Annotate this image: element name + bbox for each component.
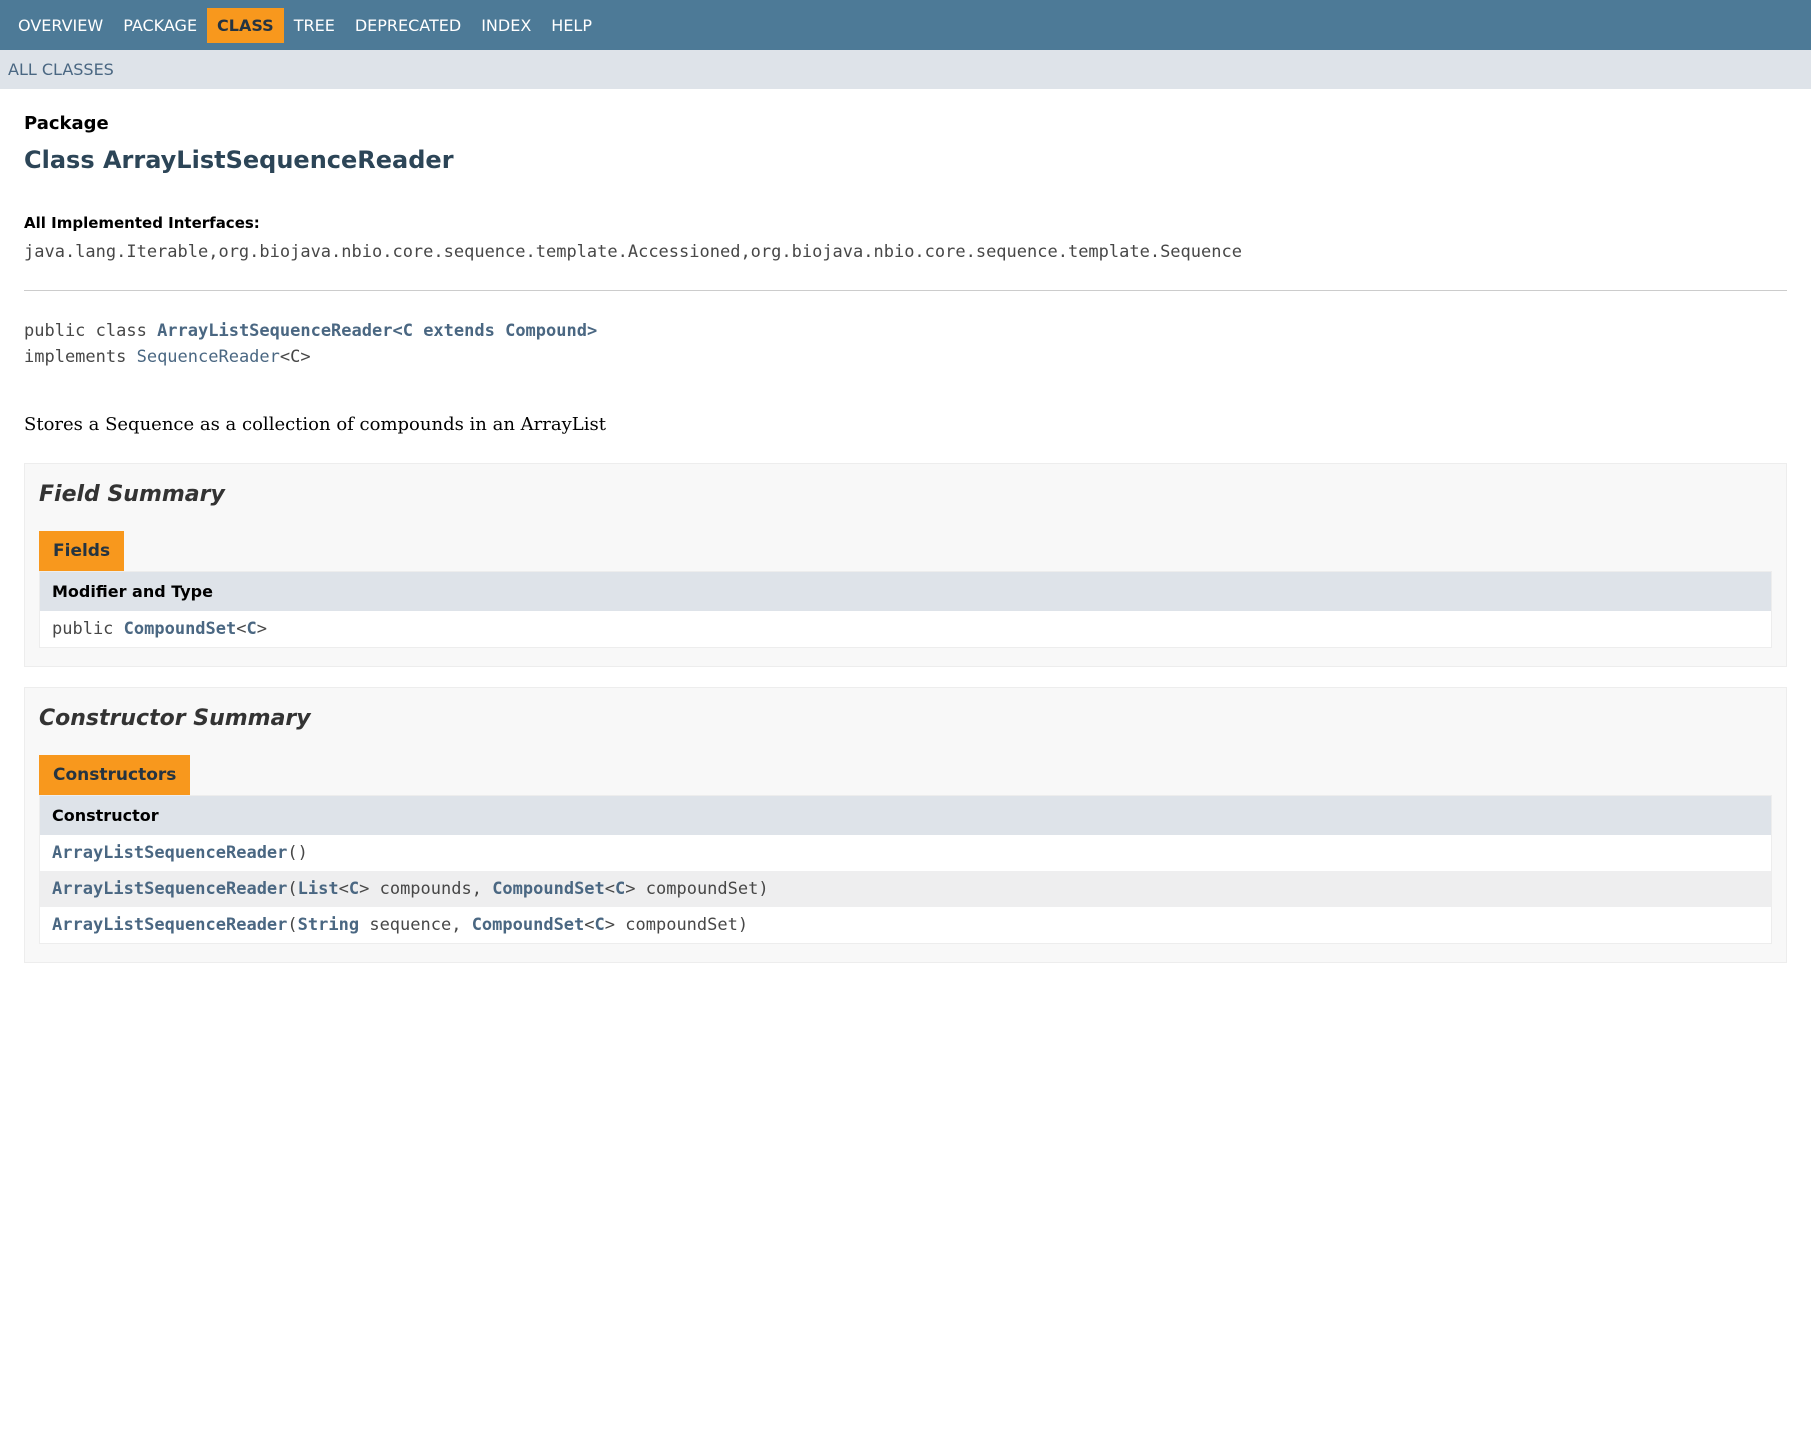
field-summary-section: Field Summary Fields Modifier and Type p… xyxy=(24,463,1787,667)
constructor-row: ArrayListSequenceReader(String sequence,… xyxy=(40,907,1772,944)
field-generic-open: < xyxy=(236,619,246,639)
class-description: Stores a Sequence as a collection of com… xyxy=(24,414,1787,435)
fields-header: Modifier and Type xyxy=(40,572,1772,612)
nav-package[interactable]: PACKAGE xyxy=(113,8,207,43)
ctor-gclose2: > xyxy=(625,879,645,899)
ctor-params-0: () xyxy=(287,843,307,863)
sig-implements: implements xyxy=(24,347,137,367)
ctor-name-2[interactable]: ArrayListSequenceReader xyxy=(52,915,287,935)
field-modifier: public xyxy=(52,619,124,639)
ctor-gclose: > xyxy=(359,879,379,899)
constructors-caption: Constructors xyxy=(39,755,190,795)
sig-public-class: public class xyxy=(24,321,157,341)
ctor-paren2: ( xyxy=(287,915,297,935)
top-nav: OVERVIEW PACKAGE CLASS TREE DEPRECATED I… xyxy=(0,0,1811,50)
sig-generic-close: > xyxy=(587,321,597,341)
ctor-name-0[interactable]: ArrayListSequenceReader xyxy=(52,843,287,863)
nav-deprecated[interactable]: DEPRECATED xyxy=(345,8,471,43)
ctor-name-1[interactable]: ArrayListSequenceReader xyxy=(52,879,287,899)
sig-generic-param: C extends xyxy=(403,321,505,341)
nav-index[interactable]: INDEX xyxy=(471,8,541,43)
constructors-header: Constructor xyxy=(40,796,1772,836)
ctor-type-compoundset[interactable]: CompoundSet xyxy=(492,879,605,899)
ctor-type-list[interactable]: List xyxy=(298,879,339,899)
package-label: Package xyxy=(24,113,1787,134)
nav-tree[interactable]: TREE xyxy=(284,8,345,43)
ctor-gopen3: < xyxy=(584,915,594,935)
ctor-pname-compoundset: compoundSet) xyxy=(646,879,769,899)
ctor-pname-compounds: compounds, xyxy=(380,879,493,899)
ctor-gclose3: > xyxy=(605,915,625,935)
constructor-row: ArrayListSequenceReader() xyxy=(40,835,1772,871)
sig-seqreader-generic: <C> xyxy=(280,347,311,367)
sig-seqreader-link[interactable]: SequenceReader xyxy=(137,347,280,367)
ctor-gparam[interactable]: C xyxy=(349,879,359,899)
field-generic-close: > xyxy=(257,619,267,639)
sig-generic-open: < xyxy=(392,321,402,341)
field-type-link[interactable]: CompoundSet xyxy=(124,619,237,639)
ctor-gparam2[interactable]: C xyxy=(615,879,625,899)
ctor-pname-compoundset2: compoundSet) xyxy=(625,915,748,935)
constructor-summary-section: Constructor Summary Constructors Constru… xyxy=(24,687,1787,963)
ctor-pname-sequence: sequence, xyxy=(369,915,471,935)
nav-help[interactable]: HELP xyxy=(541,8,602,43)
ctor-paren: ( xyxy=(287,879,297,899)
ctor-space xyxy=(359,915,369,935)
sig-class-name: ArrayListSequenceReader xyxy=(157,321,392,341)
field-summary-title: Field Summary xyxy=(39,482,1772,507)
interfaces-label: All Implemented Interfaces: xyxy=(24,214,1787,232)
constructor-row: ArrayListSequenceReader(List<C> compound… xyxy=(40,871,1772,907)
interfaces-list: java.lang.Iterable,org.biojava.nbio.core… xyxy=(24,242,1787,262)
field-generic-param[interactable]: C xyxy=(247,619,257,639)
class-title: Class ArrayListSequenceReader xyxy=(24,146,1787,174)
nav-class[interactable]: CLASS xyxy=(207,8,284,43)
divider xyxy=(24,290,1787,291)
sig-compound-link[interactable]: Compound xyxy=(505,321,587,341)
ctor-gparam3[interactable]: C xyxy=(595,915,605,935)
fields-caption: Fields xyxy=(39,531,124,571)
content: Package Class ArrayListSequenceReader Al… xyxy=(0,89,1811,1007)
constructor-summary-title: Constructor Summary xyxy=(39,706,1772,731)
nav-overview[interactable]: OVERVIEW xyxy=(8,8,113,43)
ctor-gopen2: < xyxy=(605,879,615,899)
sub-nav: ALL CLASSES xyxy=(0,50,1811,89)
ctor-type-string[interactable]: String xyxy=(298,915,359,935)
ctor-type-compoundset2[interactable]: CompoundSet xyxy=(472,915,585,935)
ctor-gopen: < xyxy=(339,879,349,899)
class-signature: public class ArrayListSequenceReader<C e… xyxy=(24,319,1787,370)
fields-table: Modifier and Type public CompoundSet<C> xyxy=(39,571,1772,648)
all-classes-link[interactable]: ALL CLASSES xyxy=(8,60,114,79)
constructors-table: Constructor ArrayListSequenceReader() Ar… xyxy=(39,795,1772,944)
field-row: public CompoundSet<C> xyxy=(40,611,1772,648)
